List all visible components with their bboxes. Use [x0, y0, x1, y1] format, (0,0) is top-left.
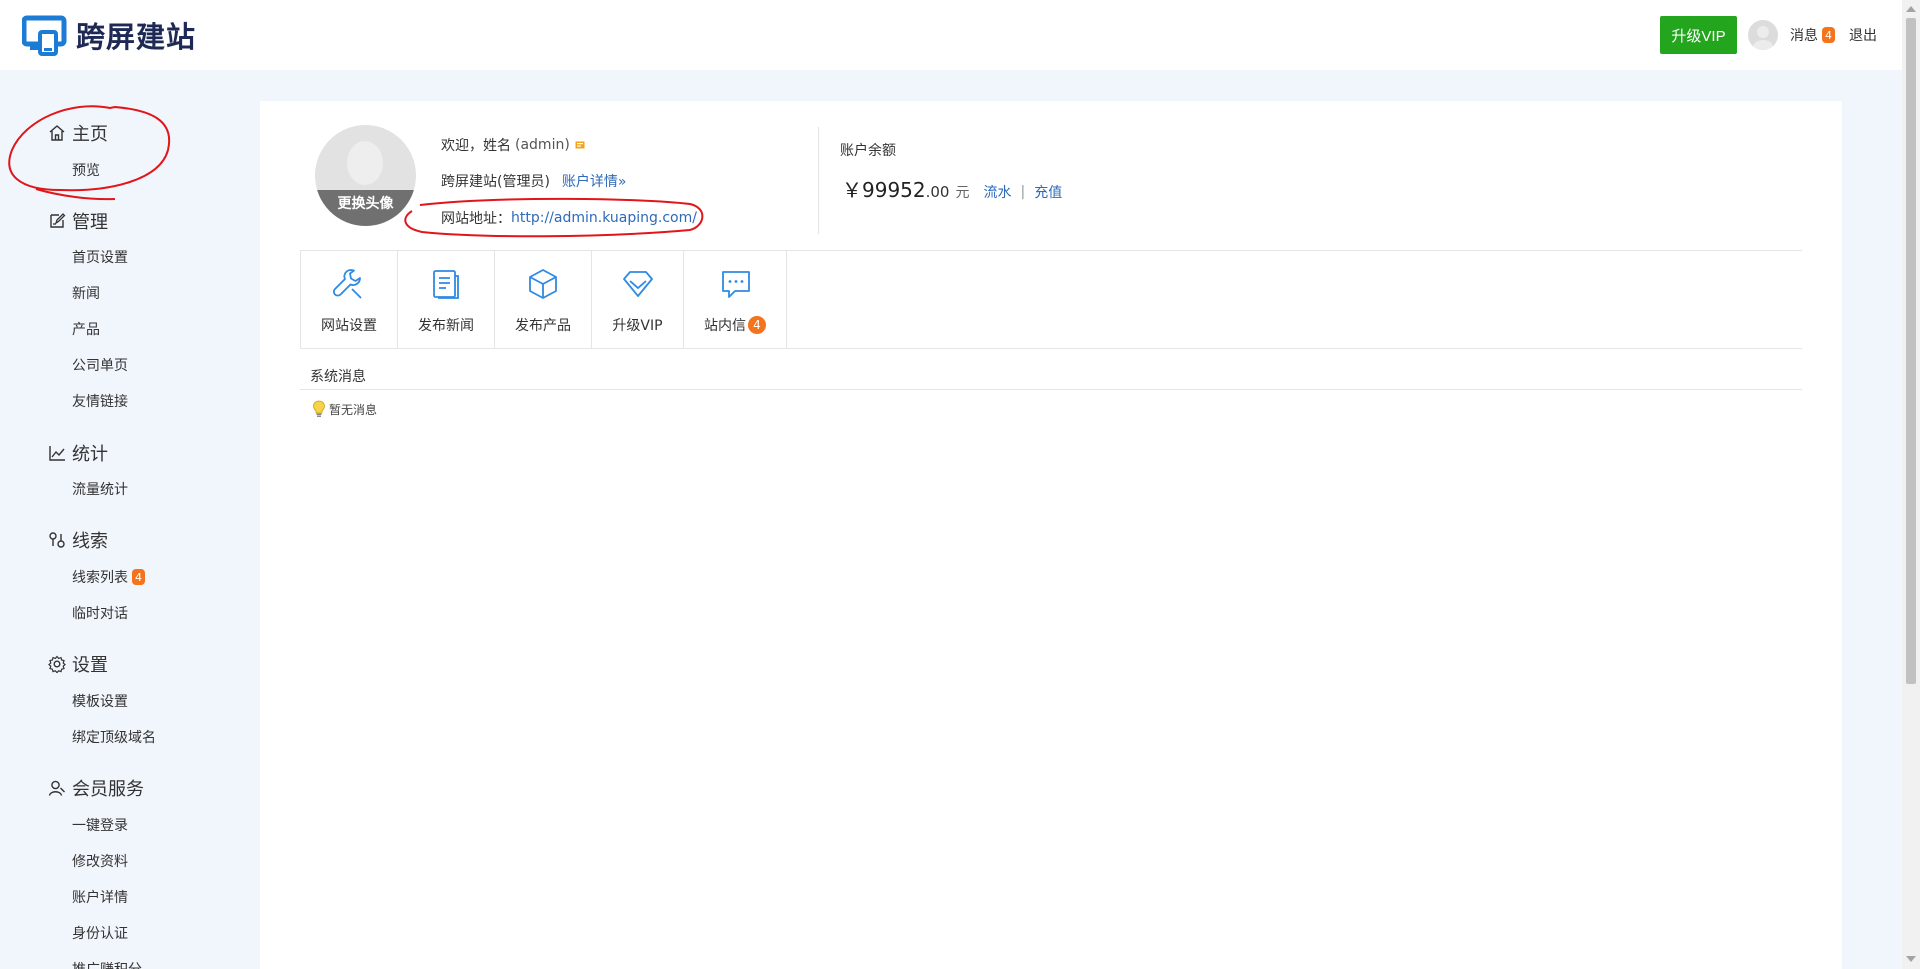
role-line: 跨屏建站(管理员) 账户详情» [441, 171, 627, 191]
user-icon [48, 780, 65, 796]
recharge-link[interactable]: 充值 [1034, 182, 1062, 202]
role-text: 跨屏建站(管理员) [441, 174, 550, 190]
brand-logo[interactable]: 跨屏建站 [22, 14, 196, 56]
quick-action-publish-product[interactable]: 发布产品 [494, 251, 591, 349]
system-messages-divider [300, 389, 1802, 390]
upgrade-vip-button[interactable]: 升级VIP [1660, 16, 1737, 54]
sidebar-item-label: 线索列表 [72, 570, 128, 586]
balance-unit: 元 [955, 185, 970, 201]
diamond-icon [623, 271, 653, 297]
sidebar: 主页 预览 管理 首页设置 新闻 产品 公司单页 友情链接 统计 流量统计 线索… [0, 70, 260, 969]
scrollbar-thumb[interactable] [1906, 18, 1916, 684]
welcome-line: 欢迎，姓名 (admin) [441, 135, 585, 155]
quick-action-site-settings[interactable]: 网站设置 [300, 251, 397, 349]
currency-symbol: ￥ [842, 178, 862, 202]
logout-link[interactable]: 退出 [1849, 25, 1877, 45]
sidebar-item-one-click-login[interactable]: 一键登录 [72, 815, 128, 835]
quick-action-label: 升级VIP [612, 318, 663, 334]
nav-group-label: 设置 [72, 655, 108, 676]
site-url-label: 网站地址： [441, 211, 511, 227]
home-icon [49, 125, 65, 141]
cube-icon [529, 269, 557, 299]
balance-links: 流水 | 充值 [983, 182, 1062, 202]
flow-link[interactable]: 流水 [983, 182, 1011, 202]
username-text: (admin) [515, 137, 570, 153]
profile-divider [818, 127, 819, 234]
sidebar-item-products[interactable]: 产品 [72, 319, 100, 339]
account-details-link[interactable]: 账户详情» [562, 171, 627, 191]
lead-icon [49, 532, 65, 548]
nav-group-label: 统计 [72, 444, 108, 465]
profile-avatar[interactable]: 更换头像 [315, 125, 416, 226]
quick-actions-bar: 网站设置 发布新闻 发布产品 升级VIP 站内信 4 [300, 250, 1802, 349]
inbox-count-badge: 4 [748, 316, 766, 334]
sidebar-item-identity-verification[interactable]: 身份认证 [72, 923, 128, 943]
quick-action-label: 发布产品 [515, 318, 571, 334]
welcome-text: 欢迎，姓名 [441, 138, 511, 154]
scroll-up-icon[interactable] [1906, 6, 1916, 12]
document-icon [433, 270, 459, 299]
sidebar-item-homepage-settings[interactable]: 首页设置 [72, 247, 128, 267]
quick-action-upgrade-vip[interactable]: 升级VIP [591, 251, 683, 349]
sidebar-item-lead-list[interactable]: 线索列表 4 [72, 567, 145, 587]
sidebar-item-preview[interactable]: 预览 [72, 160, 100, 180]
nav-group-manage[interactable]: 管理 [48, 208, 108, 234]
edit-icon [50, 213, 66, 228]
sidebar-item-promote-points[interactable]: 推广赚积分 [72, 959, 142, 969]
nav-group-stats[interactable]: 统计 [48, 440, 108, 466]
messages-label: 消息 [1790, 28, 1818, 44]
balance-amount: 99952 [862, 178, 926, 202]
balance-row: ￥ 99952 .00 元 流水 | 充值 [842, 174, 1062, 203]
nav-group-label: 主页 [72, 124, 108, 145]
nav-group-label: 管理 [72, 212, 108, 233]
sidebar-item-account-details[interactable]: 账户详情 [72, 887, 128, 907]
chat-icon [722, 271, 750, 298]
nav-group-settings[interactable]: 设置 [48, 651, 108, 677]
lightbulb-icon [313, 400, 325, 417]
sidebar-item-friend-links[interactable]: 友情链接 [72, 391, 128, 411]
quick-action-label: 网站设置 [321, 318, 377, 334]
lead-count-badge: 4 [132, 569, 145, 585]
user-avatar[interactable] [1748, 20, 1778, 50]
balance-cents: .00 [925, 183, 950, 201]
quick-action-label: 站内信 [704, 318, 746, 334]
chart-icon [49, 446, 65, 461]
messages-count-badge: 4 [1822, 27, 1835, 43]
quick-action-label-wrap: 站内信 4 [704, 315, 766, 335]
brand-name: 跨屏建站 [76, 20, 197, 54]
gear-icon [48, 655, 66, 673]
site-url-line: 网站地址： http://admin.kuaping.com/ [441, 208, 697, 228]
avatar-silhouette-icon [1753, 26, 1773, 50]
nav-group-label: 线索 [72, 531, 108, 552]
wrench-icon [332, 269, 362, 299]
empty-message-text: 暂无消息 [329, 402, 378, 417]
sidebar-item-company-page[interactable]: 公司单页 [72, 355, 128, 375]
site-url-link[interactable]: http://admin.kuaping.com/ [511, 210, 697, 226]
system-messages-empty: 暂无消息 [312, 400, 377, 418]
quick-action-label: 发布新闻 [418, 318, 474, 334]
logo-icon [22, 15, 67, 56]
balance-label: 账户余额 [840, 143, 896, 159]
nav-group-member[interactable]: 会员服务 [48, 775, 144, 801]
sidebar-item-edit-profile[interactable]: 修改资料 [72, 851, 128, 871]
top-header: 跨屏建站 升级VIP 消息 4 退出 [0, 0, 1902, 70]
link-separator: | [1020, 184, 1026, 200]
vertical-scrollbar[interactable] [1902, 0, 1920, 969]
badge-card-icon [575, 141, 585, 149]
nav-group-home[interactable]: 主页 [48, 120, 108, 146]
sidebar-item-news[interactable]: 新闻 [72, 283, 100, 303]
nav-group-leads[interactable]: 线索 [48, 527, 108, 553]
change-avatar-button[interactable]: 更换头像 [315, 190, 416, 226]
quick-action-publish-news[interactable]: 发布新闻 [397, 251, 494, 349]
quick-action-inbox[interactable]: 站内信 4 [683, 251, 787, 349]
main-content-card [260, 101, 1842, 969]
nav-group-label: 会员服务 [72, 779, 144, 800]
messages-link[interactable]: 消息 4 [1790, 25, 1835, 45]
system-messages-title: 系统消息 [310, 369, 366, 385]
sidebar-item-template-settings[interactable]: 模板设置 [72, 691, 128, 711]
scroll-down-icon[interactable] [1906, 956, 1916, 962]
sidebar-item-temp-chat[interactable]: 临时对话 [72, 603, 128, 623]
sidebar-item-traffic-stats[interactable]: 流量统计 [72, 479, 128, 499]
sidebar-item-bind-domain[interactable]: 绑定顶级域名 [72, 727, 156, 747]
